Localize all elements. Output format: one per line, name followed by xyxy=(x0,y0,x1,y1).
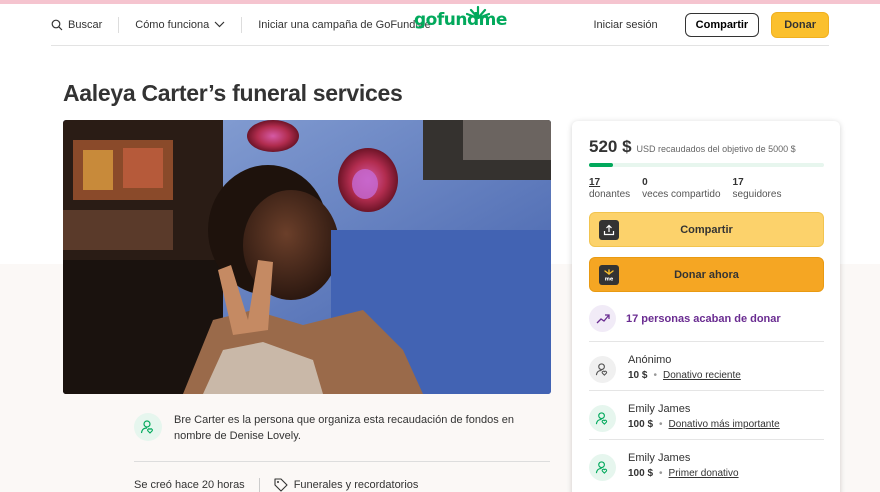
login-link[interactable]: Iniciar sesión xyxy=(593,19,657,31)
gofundme-me-icon: me xyxy=(599,265,619,285)
raised-amount-row: 520 $ USD recaudados del objetivo de 500… xyxy=(589,137,796,157)
donation-item: Emily James 100 $ • Primer donativo xyxy=(589,452,824,492)
recent-donations-text: 17 personas acaban de donar xyxy=(626,312,781,325)
campaign-meta: Se creó hace 20 horas Funerales y record… xyxy=(134,478,418,492)
meta-separator xyxy=(258,478,260,492)
donation-tag-link[interactable]: Donativo más importante xyxy=(669,419,780,430)
logo-text: gofundme xyxy=(414,10,507,30)
donation-amount: 100 $ xyxy=(628,419,654,430)
donation-details: 10 $ • Donativo reciente xyxy=(628,370,741,381)
donor-avatar xyxy=(589,454,616,481)
donor-avatar xyxy=(589,356,616,383)
user-heart-icon xyxy=(595,461,608,474)
organizer-avatar xyxy=(134,413,162,441)
created-time: Se creó hace 20 horas xyxy=(134,479,245,491)
card-divider xyxy=(589,390,824,391)
donate-button-header[interactable]: Donar xyxy=(771,11,829,38)
donor-avatar xyxy=(589,405,616,432)
nav-separator xyxy=(118,16,120,33)
start-campaign-link[interactable]: Iniciar una campaña de GoFundMe xyxy=(258,19,430,31)
campaign-photo-image xyxy=(63,120,551,394)
stats-row: 17 donantes 0 veces compartido 17 seguid… xyxy=(589,177,793,201)
stat-followers-value: 17 xyxy=(732,177,744,188)
card-divider xyxy=(589,439,824,440)
donation-details: 100 $ • Primer donativo xyxy=(628,468,739,479)
gofundme-logo[interactable]: gofundme xyxy=(414,5,507,30)
dot-separator: • xyxy=(659,419,663,430)
donate-now-button[interactable]: me Donar ahora xyxy=(589,257,824,292)
stat-shares-value: 0 xyxy=(642,177,648,188)
nav-left: Buscar Cómo funciona Iniciar una campaña… xyxy=(51,16,431,33)
donation-amount: 100 $ xyxy=(628,468,654,479)
search-icon xyxy=(51,19,63,30)
donation-item: Emily James 100 $ • Donativo más importa… xyxy=(589,403,824,443)
svg-text:me: me xyxy=(605,277,614,282)
trending-up-icon xyxy=(589,305,616,332)
card-divider xyxy=(589,341,824,342)
user-heart-icon xyxy=(595,363,608,376)
how-it-works-label: Cómo funciona xyxy=(135,18,210,31)
donate-now-label: Donar ahora xyxy=(674,268,739,281)
start-campaign-label: Iniciar una campaña de GoFundMe xyxy=(258,18,431,31)
chevron-down-icon xyxy=(214,21,225,28)
campaign-title: Aaleya Carter’s funeral services xyxy=(63,80,403,106)
progress-bar xyxy=(589,163,824,167)
recent-donations-row: 17 personas acaban de donar xyxy=(589,305,781,332)
stat-donors-label: donantes xyxy=(589,189,631,200)
nav-separator xyxy=(241,16,243,33)
donation-amount: 10 $ xyxy=(628,370,648,381)
top-navigation: Buscar Cómo funciona Iniciar una campaña… xyxy=(51,4,829,46)
stat-shares-label: veces compartido xyxy=(642,189,721,200)
user-heart-icon xyxy=(140,420,153,434)
raised-amount: 520 $ xyxy=(589,137,632,156)
donation-tag-link[interactable]: Donativo reciente xyxy=(663,370,741,381)
logo-sprout-icon xyxy=(466,5,490,19)
how-it-works-menu[interactable]: Cómo funciona xyxy=(135,19,225,31)
donation-card: 520 $ USD recaudados del objetivo de 500… xyxy=(572,121,840,492)
nav-right: Iniciar sesión Compartir Donar xyxy=(593,11,829,38)
search-label: Buscar xyxy=(68,18,103,31)
progress-fill xyxy=(589,163,614,167)
share-button-label: Compartir xyxy=(680,223,733,236)
donor-name: Anónimo xyxy=(628,354,672,366)
stat-followers: 17 seguidores xyxy=(733,177,782,201)
tag-icon xyxy=(274,478,288,492)
donation-details: 100 $ • Donativo más importante xyxy=(628,419,780,430)
raised-goal-text: USD recaudados del objetivo de 5000 $ xyxy=(636,144,796,154)
donation-item: Anónimo 10 $ • Donativo reciente xyxy=(589,354,824,394)
category-link[interactable]: Funerales y recordatorios xyxy=(274,478,419,492)
campaign-photo[interactable] xyxy=(63,120,551,394)
share-button-header[interactable]: Compartir xyxy=(684,12,760,37)
share-button[interactable]: Compartir xyxy=(589,212,824,247)
organizer-text: Bre Carter es la persona que organiza es… xyxy=(174,414,514,442)
dot-separator: • xyxy=(659,468,663,479)
search-button[interactable]: Buscar xyxy=(51,19,102,31)
stat-shares: 0 veces compartido xyxy=(642,177,720,201)
stat-donors-value: 17 xyxy=(589,177,601,188)
organizer-section: Bre Carter es la persona que organiza es… xyxy=(134,410,550,462)
donor-name: Emily James xyxy=(628,403,691,415)
donor-name: Emily James xyxy=(628,452,691,464)
donation-tag-link[interactable]: Primer donativo xyxy=(669,468,739,479)
stat-donors[interactable]: 17 donantes xyxy=(589,177,630,201)
user-heart-icon xyxy=(595,412,608,425)
category-label: Funerales y recordatorios xyxy=(293,479,419,491)
stat-followers-label: seguidores xyxy=(732,189,782,200)
share-upload-icon xyxy=(599,220,619,240)
dot-separator: • xyxy=(653,370,657,381)
